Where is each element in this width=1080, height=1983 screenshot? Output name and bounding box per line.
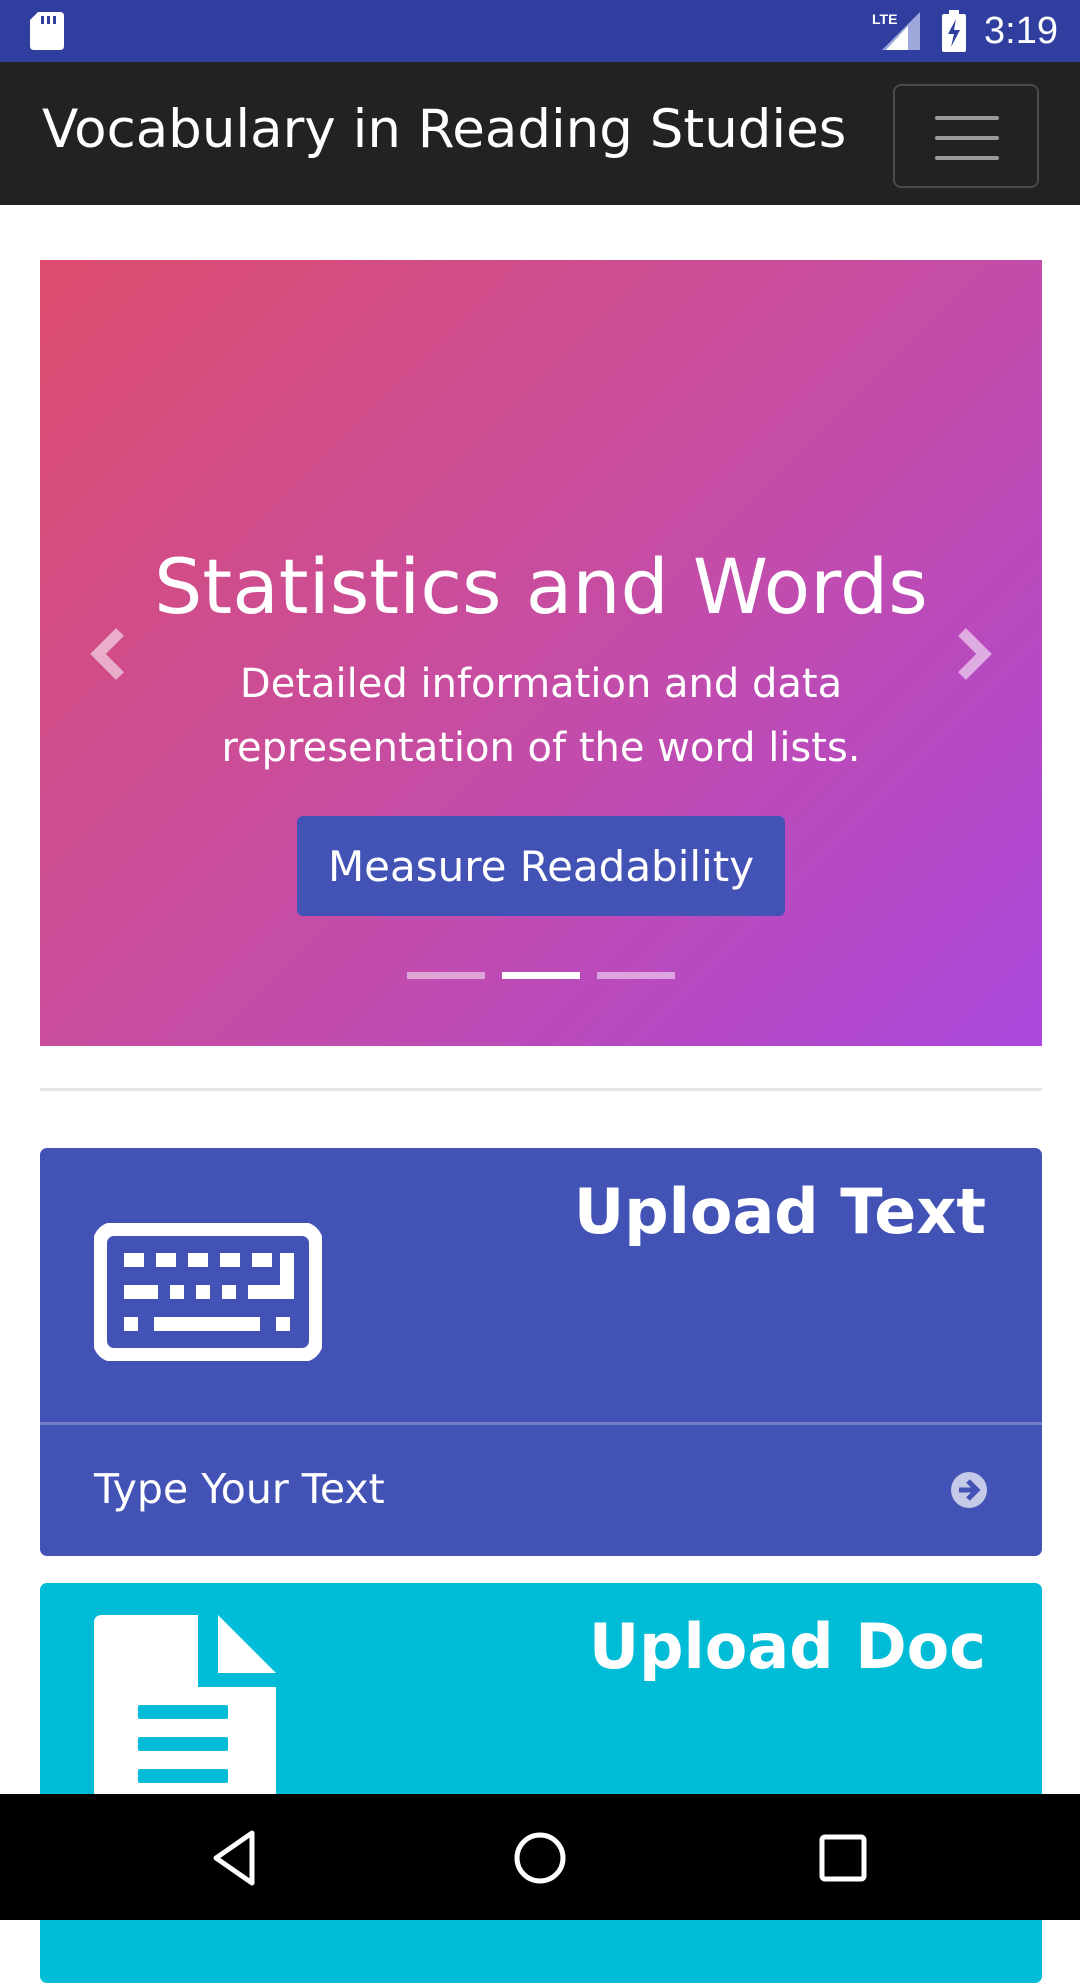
recents-icon[interactable] xyxy=(812,1827,874,1889)
system-nav-bar xyxy=(0,1794,1080,1920)
measure-readability-button[interactable]: Measure Readability xyxy=(297,816,785,916)
keyboard-icon xyxy=(94,1223,322,1361)
card-title: Upload Doc xyxy=(588,1610,986,1683)
upload-doc-card[interactable]: Upload Doc xyxy=(40,1583,1042,1983)
carousel-indicator-1[interactable] xyxy=(407,972,485,979)
type-your-text-link[interactable]: Type Your Text xyxy=(94,1463,385,1515)
hero-carousel: Statistics and Words Detailed informatio… xyxy=(40,260,1042,1046)
chevron-right-icon[interactable] xyxy=(952,626,996,682)
battery-charging-icon xyxy=(942,10,966,52)
card-footer[interactable]: Type Your Text xyxy=(40,1422,1042,1556)
navbar: Vocabulary in Reading Studies xyxy=(0,62,1080,205)
lte-signal-icon: LTE xyxy=(872,11,920,50)
chevron-left-icon[interactable] xyxy=(86,626,130,682)
menu-toggle-button[interactable] xyxy=(893,84,1039,188)
arrow-circle-right-icon[interactable] xyxy=(950,1471,988,1509)
brand-title[interactable]: Vocabulary in Reading Studies xyxy=(42,98,846,162)
carousel-indicators xyxy=(407,972,675,980)
svg-text:LTE: LTE xyxy=(872,11,897,27)
card-title: Upload Text xyxy=(573,1175,986,1248)
back-icon[interactable] xyxy=(206,1827,268,1889)
sd-card-icon xyxy=(30,12,64,50)
divider xyxy=(40,1088,1042,1091)
carousel-indicator-2[interactable] xyxy=(502,972,580,979)
slide-subtitle: Detailed information and data representa… xyxy=(221,661,861,771)
slide-title: Statistics and Words xyxy=(154,542,928,631)
status-bar: LTE 3:19 xyxy=(0,0,1080,62)
upload-text-card[interactable]: Upload Text Type Your Text xyxy=(40,1148,1042,1556)
home-icon[interactable] xyxy=(509,1827,571,1889)
hamburger-icon xyxy=(935,116,999,120)
clock: 3:19 xyxy=(984,10,1058,52)
carousel-indicator-3[interactable] xyxy=(597,972,675,979)
